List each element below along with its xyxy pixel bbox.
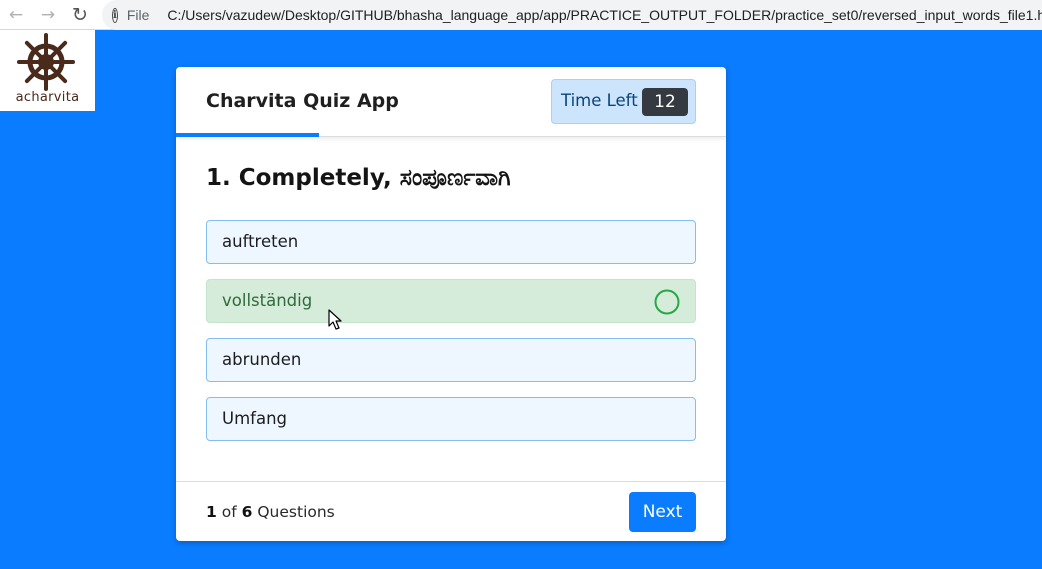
browser-toolbar: ← → ↻ i File C:/Users/vazudew/Desktop/GI… [0,0,1042,30]
question-total: 6 [241,503,253,521]
quiz-header: Charvita Quiz App Time Left 12 [176,67,726,137]
correct-circle-icon [654,289,680,315]
progress-bar [176,133,319,137]
option-label: Umfang [222,409,288,428]
file-label: File [126,7,150,23]
timer-value: 12 [642,88,688,116]
ship-wheel-icon [17,33,75,91]
timer: Time Left 12 [551,79,696,124]
question-of: of [221,503,237,521]
option-label: vollständig [222,291,313,310]
mouse-cursor-icon [328,309,342,330]
option-1[interactable]: auftreten [206,220,696,264]
option-label: auftreten [222,232,299,251]
timer-label: Time Left [561,91,638,110]
quiz-footer: 1 of 6 Questions Next [176,481,726,541]
info-icon[interactable]: i [112,7,118,23]
url-text[interactable]: C:/Users/vazudew/Desktop/GITHUB/bhasha_l… [167,7,1042,23]
question-text: 1. Completely, ಸಂಪೂರ್ಣವಾಗಿ [206,165,511,191]
option-3[interactable]: abrunden [206,338,696,382]
logo: acharvita [0,30,95,111]
question-counter: 1 of 6 Questions [206,503,335,521]
option-label: abrunden [222,350,302,369]
option-4[interactable]: Umfang [206,397,696,441]
reload-icon[interactable]: ↻ [68,3,92,27]
address-bar[interactable]: i File C:/Users/vazudew/Desktop/GITHUB/b… [102,0,1042,30]
app-title: Charvita Quiz App [206,90,399,112]
question-suffix: Questions [257,503,335,521]
arrow-right-icon[interactable]: → [36,3,60,27]
logo-text: acharvita [15,90,80,105]
arrow-left-icon[interactable]: ← [4,3,28,27]
quiz-card: Charvita Quiz App Time Left 12 1. Comple… [176,67,726,541]
option-2[interactable]: vollständig [206,279,696,323]
question-current: 1 [206,503,217,521]
next-button[interactable]: Next [629,492,696,532]
